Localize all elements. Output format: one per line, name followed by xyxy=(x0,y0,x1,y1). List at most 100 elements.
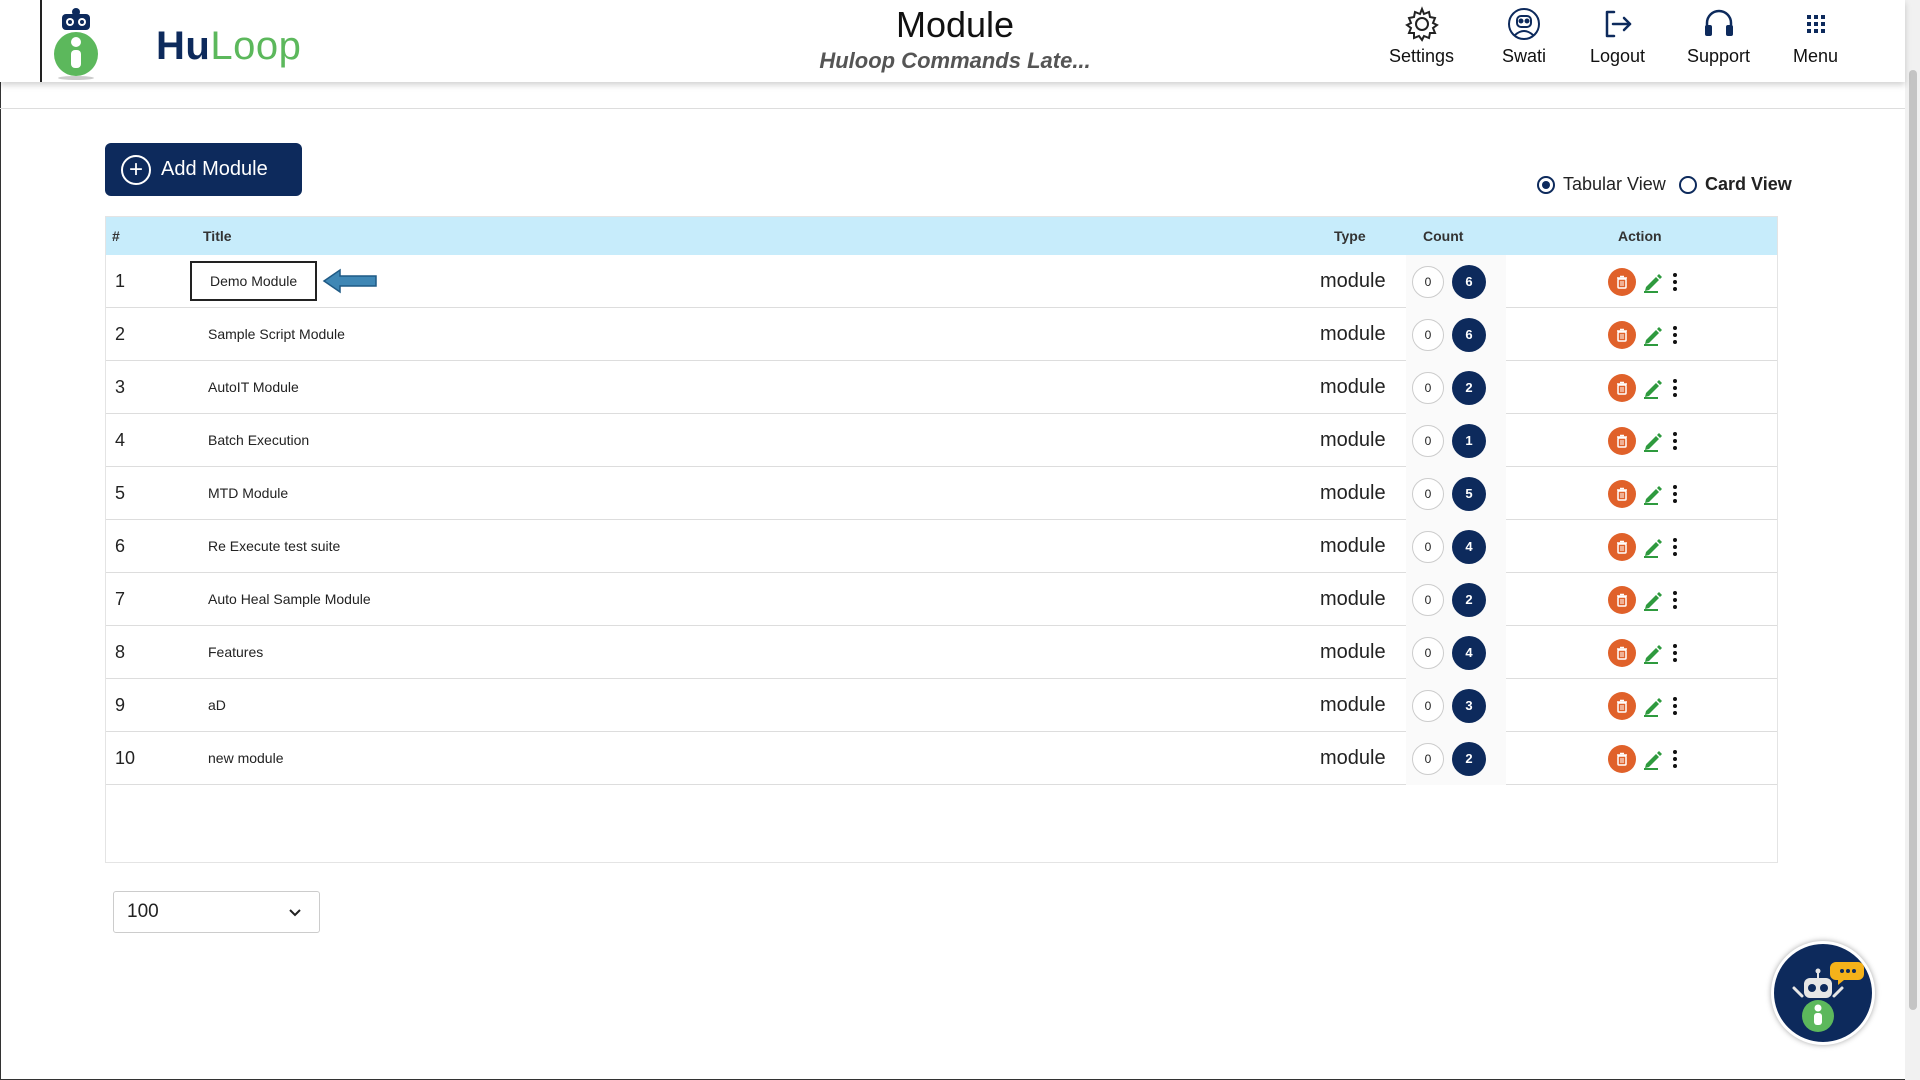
row-actions xyxy=(1608,361,1680,414)
trash-icon[interactable] xyxy=(1608,267,1636,296)
row-title-link[interactable]: Features xyxy=(190,632,281,672)
nav-user[interactable]: Swati xyxy=(1502,6,1546,67)
logo-divider xyxy=(40,0,42,82)
table-row[interactable]: 4 Batch Execution module 0 1 xyxy=(106,414,1777,467)
table-row[interactable]: 3 AutoIT Module module 0 2 xyxy=(106,361,1777,414)
count-zero-badge[interactable]: 0 xyxy=(1412,371,1444,404)
row-title-link[interactable]: Re Execute test suite xyxy=(190,526,358,566)
row-title-link[interactable]: aD xyxy=(190,685,244,725)
trash-icon[interactable] xyxy=(1608,638,1636,667)
more-vertical-icon[interactable] xyxy=(1670,747,1680,771)
count-zero-badge[interactable]: 0 xyxy=(1412,530,1444,563)
more-vertical-icon[interactable] xyxy=(1670,323,1680,347)
edit-icon[interactable] xyxy=(1642,695,1664,717)
page-subtitle: Huloop Commands Late... xyxy=(819,48,1091,73)
row-number: 5 xyxy=(115,483,126,503)
trash-icon[interactable] xyxy=(1608,373,1636,402)
count-badge[interactable]: 2 xyxy=(1452,741,1486,776)
trash-icon[interactable] xyxy=(1608,585,1636,614)
count-zero-badge[interactable]: 0 xyxy=(1412,477,1444,510)
column-header-num[interactable]: # xyxy=(112,228,120,244)
nav-settings[interactable]: Settings xyxy=(1389,6,1454,67)
trash-icon[interactable] xyxy=(1608,691,1636,720)
more-vertical-icon[interactable] xyxy=(1670,270,1680,294)
vertical-scrollbar[interactable] xyxy=(1905,0,1920,1080)
page-size-select[interactable]: 100 xyxy=(113,891,320,933)
more-vertical-icon[interactable] xyxy=(1670,694,1680,718)
edit-icon[interactable] xyxy=(1642,748,1664,770)
row-title-link[interactable]: AutoIT Module xyxy=(190,367,317,407)
nav-logout[interactable]: Logout xyxy=(1590,6,1645,67)
count-zero-badge[interactable]: 0 xyxy=(1412,265,1444,298)
count-zero-badge[interactable]: 0 xyxy=(1412,583,1444,616)
edit-icon[interactable] xyxy=(1642,589,1664,611)
table-row[interactable]: 2 Sample Script Module module 0 6 xyxy=(106,308,1777,361)
row-title-link[interactable]: Sample Script Module xyxy=(190,314,363,354)
robot-mascot-icon xyxy=(54,8,98,80)
table-row[interactable]: 5 MTD Module module 0 5 xyxy=(106,467,1777,520)
radio-selected-icon xyxy=(1537,175,1555,194)
trash-icon[interactable] xyxy=(1608,532,1636,561)
column-header-count[interactable]: Count xyxy=(1423,228,1463,244)
more-vertical-icon[interactable] xyxy=(1670,482,1680,506)
count-badge[interactable]: 1 xyxy=(1452,423,1486,458)
count-badge[interactable]: 6 xyxy=(1452,317,1486,352)
row-type: module xyxy=(1320,535,1386,557)
row-title-link[interactable]: Batch Execution xyxy=(190,420,327,460)
count-badge[interactable]: 4 xyxy=(1452,635,1486,670)
more-vertical-icon[interactable] xyxy=(1670,588,1680,612)
count-zero-badge[interactable]: 0 xyxy=(1412,318,1444,351)
row-title-link[interactable]: MTD Module xyxy=(190,473,306,513)
more-vertical-icon[interactable] xyxy=(1670,641,1680,665)
edit-icon[interactable] xyxy=(1642,430,1664,452)
row-type: module xyxy=(1320,641,1386,663)
headset-icon xyxy=(1704,9,1733,36)
more-vertical-icon[interactable] xyxy=(1670,376,1680,400)
row-actions xyxy=(1608,626,1680,679)
nav-menu[interactable]: Menu xyxy=(1793,6,1838,67)
more-vertical-icon[interactable] xyxy=(1670,429,1680,453)
count-badge[interactable]: 6 xyxy=(1452,264,1486,299)
chevron-down-icon xyxy=(289,909,301,917)
table-row[interactable]: 9 aD module 0 3 xyxy=(106,679,1777,732)
add-module-button[interactable]: + Add Module xyxy=(105,143,302,196)
edit-icon[interactable] xyxy=(1642,536,1664,558)
edit-icon[interactable] xyxy=(1642,324,1664,346)
edit-icon[interactable] xyxy=(1642,377,1664,399)
count-badge[interactable]: 2 xyxy=(1452,582,1486,617)
column-header-type[interactable]: Type xyxy=(1334,228,1366,244)
table-row[interactable]: 6 Re Execute test suite module 0 4 xyxy=(106,520,1777,573)
row-count: 02 xyxy=(1406,573,1506,626)
table-row[interactable]: 7 Auto Heal Sample Module module 0 2 xyxy=(106,573,1777,626)
trash-icon[interactable] xyxy=(1608,744,1636,773)
column-header-title[interactable]: Title xyxy=(203,228,232,244)
trash-icon[interactable] xyxy=(1608,479,1636,508)
more-vertical-icon[interactable] xyxy=(1670,535,1680,559)
chatbot-button[interactable] xyxy=(1771,941,1875,1045)
nav-support[interactable]: Support xyxy=(1687,6,1750,67)
row-title-link[interactable]: new module xyxy=(190,738,302,778)
card-view-radio[interactable]: Card View xyxy=(1679,174,1792,195)
count-zero-badge[interactable]: 0 xyxy=(1412,424,1444,457)
scrollbar-thumb[interactable] xyxy=(1909,70,1917,1010)
count-badge[interactable]: 5 xyxy=(1452,476,1486,511)
count-zero-badge[interactable]: 0 xyxy=(1412,689,1444,722)
edit-icon[interactable] xyxy=(1642,271,1664,293)
count-zero-badge[interactable]: 0 xyxy=(1412,742,1444,775)
row-title-link[interactable]: Demo Module xyxy=(190,261,318,301)
table-row[interactable]: 10 new module module 0 2 xyxy=(106,732,1777,785)
row-type: module xyxy=(1320,429,1386,451)
trash-icon[interactable] xyxy=(1608,320,1636,349)
count-badge[interactable]: 4 xyxy=(1452,529,1486,564)
count-badge[interactable]: 2 xyxy=(1452,370,1486,405)
edit-icon[interactable] xyxy=(1642,642,1664,664)
table-row[interactable]: 8 Features module 0 4 xyxy=(106,626,1777,679)
tabular-view-radio[interactable]: Tabular View xyxy=(1537,174,1666,195)
count-badge[interactable]: 3 xyxy=(1452,688,1486,723)
row-title-link[interactable]: Auto Heal Sample Module xyxy=(190,579,389,619)
trash-icon[interactable] xyxy=(1608,426,1636,455)
count-zero-badge[interactable]: 0 xyxy=(1412,636,1444,669)
huloop-logo[interactable]: HuLoop xyxy=(46,2,301,80)
edit-icon[interactable] xyxy=(1642,483,1664,505)
logo-wordmark: HuLoop xyxy=(156,24,301,69)
